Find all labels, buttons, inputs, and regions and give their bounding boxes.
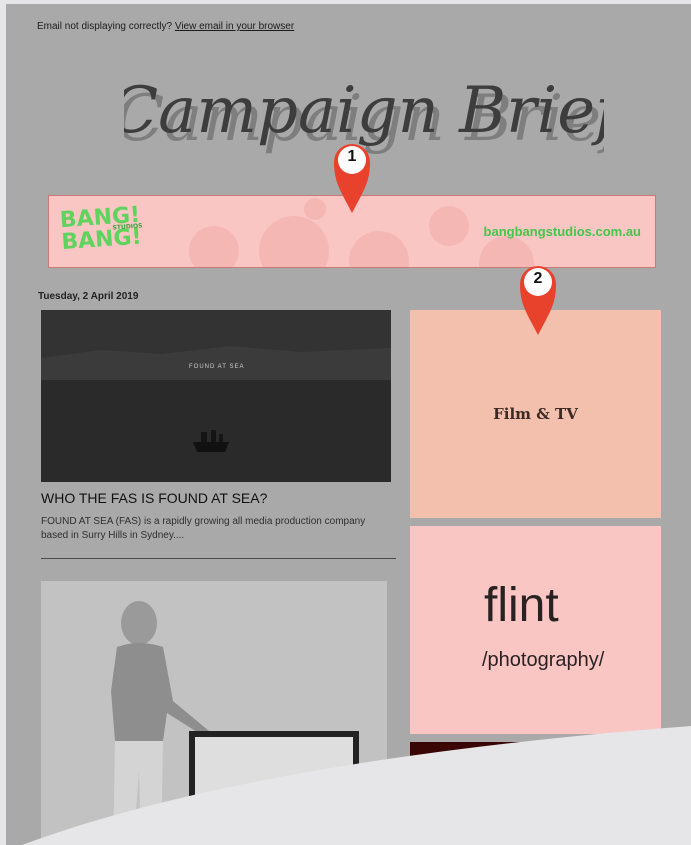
- marker-1-number: 1: [347, 148, 357, 165]
- flint-photography-tile[interactable]: flint /photography/: [410, 526, 661, 734]
- flint-wordmark: flint: [484, 579, 559, 632]
- banner-bubble: [259, 216, 329, 267]
- marker-2-number: 2: [533, 270, 543, 287]
- banner-bubble: [429, 206, 469, 246]
- article-image[interactable]: FOUND AT SEA: [41, 310, 391, 482]
- view-in-browser-link[interactable]: View email in your browser: [175, 21, 294, 32]
- email-body: Email not displaying correctly? View ema…: [6, 4, 691, 845]
- display-notice: Email not displaying correctly? View ema…: [37, 21, 294, 32]
- article-title[interactable]: WHO THE FAS IS FOUND AT SEA?: [41, 490, 267, 506]
- notice-text: Email not displaying correctly?: [37, 21, 173, 32]
- sea-scene-image: [41, 310, 391, 482]
- banner-url: bangbangstudios.com.au: [483, 224, 641, 239]
- bang-bang-logo: BANG! BANG! STUDIOS: [59, 202, 183, 265]
- issue-date: Tuesday, 2 April 2019: [38, 291, 139, 302]
- banner-bubble: [189, 226, 239, 267]
- dark-ad-tile[interactable]: [410, 742, 661, 845]
- banner-bubble: [349, 231, 409, 267]
- logo-text: Campaign Brief: [124, 74, 604, 148]
- film-tv-label: Film & TV: [493, 405, 578, 423]
- marker-2-icon: 2: [520, 264, 556, 335]
- article-divider: [41, 558, 396, 559]
- film-tv-tile[interactable]: Film & TV: [410, 310, 661, 518]
- article-image-caption: FOUND AT SEA: [189, 364, 245, 370]
- banner-bubble: [304, 198, 326, 220]
- article-photo[interactable]: [41, 581, 387, 845]
- marker-1-icon: 1: [334, 142, 370, 213]
- article-description: FOUND AT SEA (FAS) is a rapidly growing …: [41, 516, 366, 541]
- woman-portrait-image: [41, 581, 387, 845]
- flint-subtitle: /photography/: [482, 649, 605, 671]
